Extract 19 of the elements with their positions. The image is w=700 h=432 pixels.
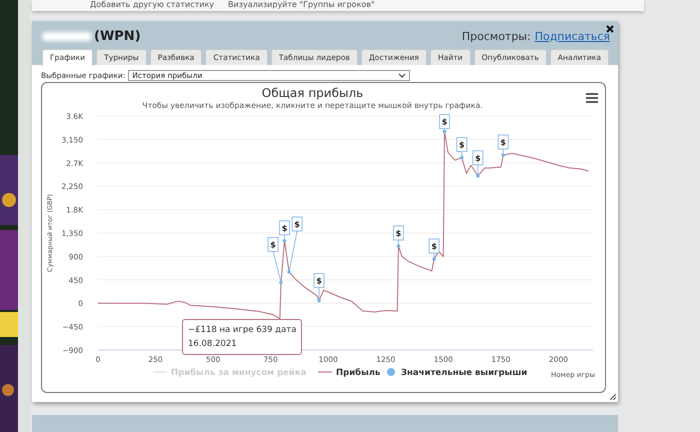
- views-label: Просмотры:: [462, 30, 531, 43]
- toolbar-link[interactable]: Визуализируйте "Группы игроков": [228, 0, 375, 10]
- chart-title: Общая прибыль: [262, 86, 364, 100]
- legend-item[interactable]: Прибыль: [318, 368, 380, 378]
- chart-tooltip: −£118 на игре 639 дата 16.08.2021: [182, 319, 302, 356]
- close-icon[interactable]: [606, 25, 614, 34]
- point: [317, 299, 321, 303]
- subscribe-link[interactable]: Подписаться: [534, 30, 610, 43]
- panel-title: (WPN): [94, 28, 141, 44]
- point: [460, 156, 464, 160]
- menu-icon[interactable]: [586, 93, 598, 104]
- blurred-text: [42, 32, 92, 41]
- win-flag[interactable]: $: [268, 237, 283, 284]
- win-flag[interactable]: $: [287, 216, 302, 274]
- toolbar-link[interactable]: Добавить другую статистику: [90, 0, 214, 10]
- legend-label[interactable]: Прибыль: [336, 368, 380, 378]
- point: [287, 270, 291, 274]
- resize-handle[interactable]: [610, 394, 616, 400]
- caret-icon: [398, 73, 406, 78]
